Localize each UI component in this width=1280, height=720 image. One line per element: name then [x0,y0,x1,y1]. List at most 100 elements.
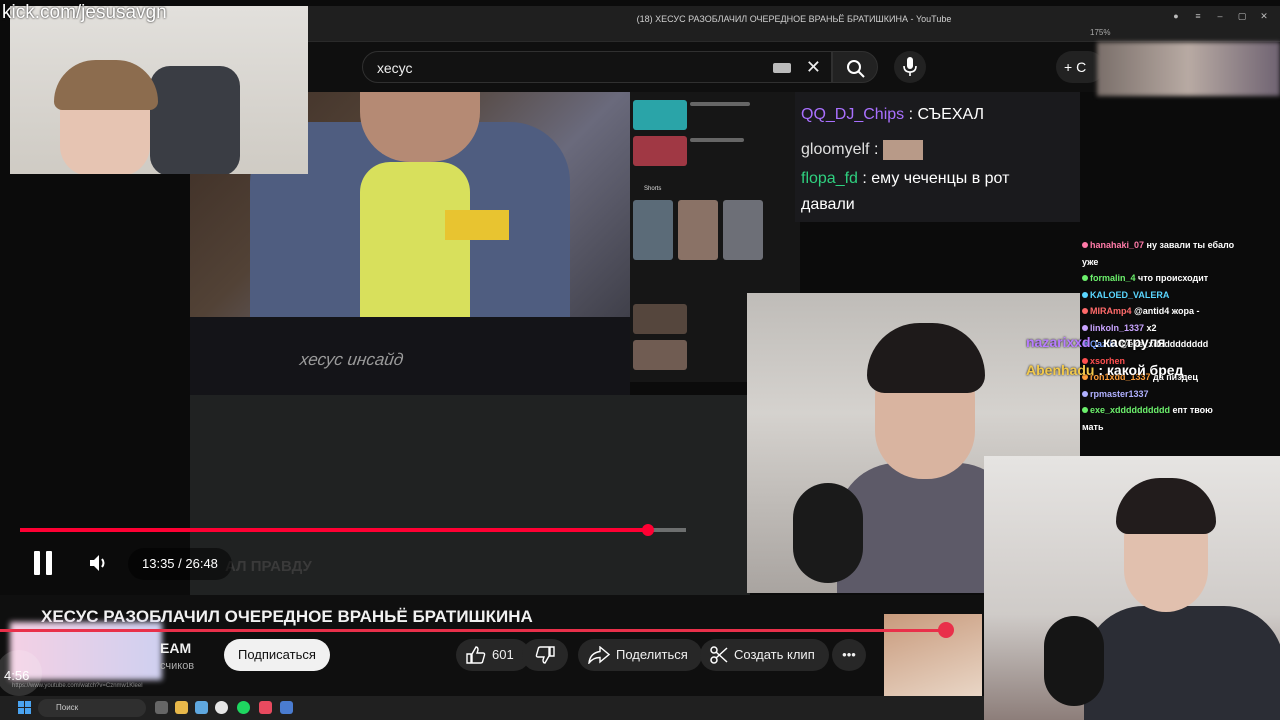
minimize-icon[interactable]: – [1214,10,1226,22]
share-label: Поделиться [616,647,688,662]
chat-badge-icon [1082,308,1088,314]
telegram-icon[interactable] [280,701,293,714]
faded-caption: АЛ ПРАВДУ [225,558,312,575]
zoom-indicator: 175% [1090,28,1111,37]
chat-badge-icon [1082,275,1088,281]
voice-search-button[interactable] [894,51,926,83]
chat-username[interactable]: MIRAmp4 [1090,306,1134,316]
short-thumbnail[interactable] [723,200,763,260]
shorts-label: Shorts [644,186,662,192]
subscribe-button[interactable]: Подписаться [224,639,330,671]
scissors-icon [710,646,728,664]
thumbs-down-icon [535,646,555,664]
chat-text: давали [801,196,855,213]
video-progress-bar[interactable] [20,524,686,536]
pause-button[interactable] [34,551,54,575]
chat-username[interactable]: rpmaster1337 [1090,389,1149,399]
chat-username[interactable]: exe_xdddddddddd [1090,405,1173,415]
channel-name[interactable]: EAM [160,640,191,656]
file-explorer-icon[interactable] [175,701,188,714]
chat-message: MIRAmp4 @antid4 жора - [1082,306,1199,316]
volume-button[interactable] [88,553,110,578]
chat-username[interactable]: Abenhadu [1026,362,1094,378]
person-hair [54,60,158,110]
taskbar-search[interactable]: Поиск [38,699,146,717]
create-clip-button[interactable]: Создать клип [700,639,829,671]
chat-message: QQ_DJ_Chips : СЪЕХАЛ [801,106,984,124]
chat-text: мать [1082,421,1104,432]
volume-icon [90,555,105,571]
short-thumbnail[interactable] [678,200,718,260]
recommendation-thumbnail[interactable] [633,304,687,334]
chat-text: @antid4 жора - [1134,306,1200,316]
chat-text: : какой бред [1098,362,1184,378]
chat-message: formalin_4 что происходит [1082,273,1208,283]
chat-message: gloomyelf : [801,140,923,160]
chat-text: ну завали ты ебало [1146,240,1235,250]
chat-text: уже [1082,256,1099,267]
chat-panel-top: QQ_DJ_Chips : СЪЕХАЛ gloomyelf : flopa_f… [795,92,1080,222]
windows-taskbar: Поиск [0,696,984,720]
task-view-icon[interactable] [155,701,168,714]
person-body [1084,606,1280,720]
chat-text: : каструля [1094,334,1166,350]
search-icon [847,60,865,78]
spotify-icon[interactable] [237,701,250,714]
menu-icon[interactable]: ≡ [1192,10,1204,22]
dislike-button[interactable] [522,639,568,671]
gaming-chair [150,66,240,174]
share-button[interactable]: Поделиться [578,639,702,671]
chat-message: уже [1082,257,1098,267]
progress-scrubber[interactable] [642,524,655,536]
chat-message: мать [1082,422,1104,432]
chat-username[interactable]: flopa_fd [801,170,858,187]
chat-badge-icon [1082,242,1088,248]
chat-username[interactable]: hanahaki_07 [1090,240,1147,250]
recommendation-thumbnail[interactable] [633,100,687,130]
search-input[interactable]: хесус ✕ [362,51,832,83]
browser-titlebar: (18) ХЕСУС РАЗОБЛАЧИЛ ОЧЕРЕДНОЕ ВРАНЬЁ Б… [308,6,1280,42]
chat-username[interactable]: gloomyelf [801,141,869,158]
short-thumbnail[interactable] [633,200,673,260]
time-display: 13:35 / 26:48 [128,548,232,580]
chat-username[interactable]: KALOED_VALERA [1090,290,1169,300]
thumbs-up-icon [466,646,486,664]
share-icon [588,646,610,664]
progress-fill [20,528,649,532]
windows-start-icon[interactable] [18,701,31,714]
chat-badge-icon [1082,407,1088,413]
more-actions-button[interactable]: ••• [832,639,866,671]
create-clip-label: Создать клип [734,647,815,662]
person-hair [1116,478,1216,534]
chat-message: exe_xdddddddddd епт твою [1082,405,1213,415]
close-icon[interactable]: ✕ [1258,10,1270,22]
vod-timestamp: 4:56 [4,668,30,683]
clear-search-icon[interactable]: ✕ [806,57,821,78]
profile-icon[interactable]: ● [1170,10,1182,22]
microphone-icon [903,57,917,76]
chat-username[interactable]: formalin_4 [1090,273,1138,283]
recorder-icon[interactable] [259,701,272,714]
maximize-icon[interactable]: ▢ [1236,10,1248,22]
channel-watermark: хесус инсайд [298,350,405,369]
chat-username[interactable]: nazarixxd [1026,334,1091,350]
yandex-browser-icon[interactable] [215,701,228,714]
chat-text: : ему чеченцы в рот [862,170,1010,187]
microphone [1044,616,1104,706]
recommendation-thumbnail[interactable] [633,136,687,166]
recommendation-title [690,102,750,106]
chat-badge-icon [1082,291,1088,298]
search-button[interactable] [832,51,878,83]
recommendation-title [690,138,744,142]
next-video-thumbnail[interactable] [884,614,982,696]
store-icon[interactable] [195,701,208,714]
chat-text: : [873,141,879,159]
chat-username[interactable]: QQ_DJ_Chips [801,106,904,123]
chat-message: rpmaster1337 [1082,389,1149,399]
window-controls: ● ≡ – ▢ ✕ [1170,10,1270,22]
keyboard-icon[interactable] [773,63,791,73]
embedded-video-area [190,317,630,397]
like-button[interactable]: 601 [456,639,530,671]
facecam-top-left [10,6,308,174]
recommendation-thumbnail[interactable] [633,340,687,370]
